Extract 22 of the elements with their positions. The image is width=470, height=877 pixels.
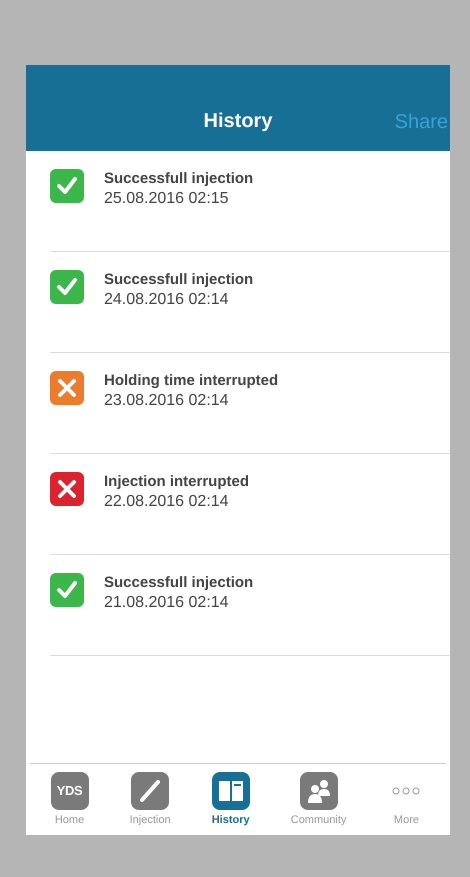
- history-entry[interactable]: Successfull injection 21.08.2016 02:14: [50, 555, 450, 656]
- entry-title: Holding time interrupted: [104, 371, 278, 391]
- entry-title: Successfull injection: [104, 169, 254, 189]
- history-entry[interactable]: Holding time interrupted 23.08.2016 02:14: [50, 353, 450, 454]
- entry-title: Successfull injection: [104, 573, 254, 593]
- tab[interactable]: Injection: [130, 772, 171, 828]
- tab[interactable]: YDS Home: [50, 772, 89, 828]
- history-entry[interactable]: Successfull injection 25.08.2016 02:15: [50, 151, 450, 252]
- entry-time: 21.08.2016 02:14: [104, 593, 230, 613]
- entry-title: Injection interrupted: [104, 472, 250, 492]
- history-entry[interactable]: Successfull injection 24.08.2016 02:14: [50, 252, 450, 353]
- logo-icon: YDS: [50, 772, 89, 810]
- entry-time: 23.08.2016 02:14: [104, 391, 230, 411]
- entry-time: 25.08.2016 02:15: [104, 189, 230, 209]
- entry-time: 24.08.2016 02:14: [104, 290, 230, 310]
- tab[interactable]: Community: [290, 772, 346, 828]
- entry-title: Successfull injection: [104, 270, 254, 290]
- history-entry[interactable]: Injection interrupted 22.08.2016 02:14: [50, 454, 450, 555]
- tab[interactable]: History: [212, 772, 250, 828]
- entry-time: 22.08.2016 02:14: [104, 492, 230, 512]
- tab[interactable]: More: [387, 772, 426, 828]
- page-title: History: [204, 109, 272, 134]
